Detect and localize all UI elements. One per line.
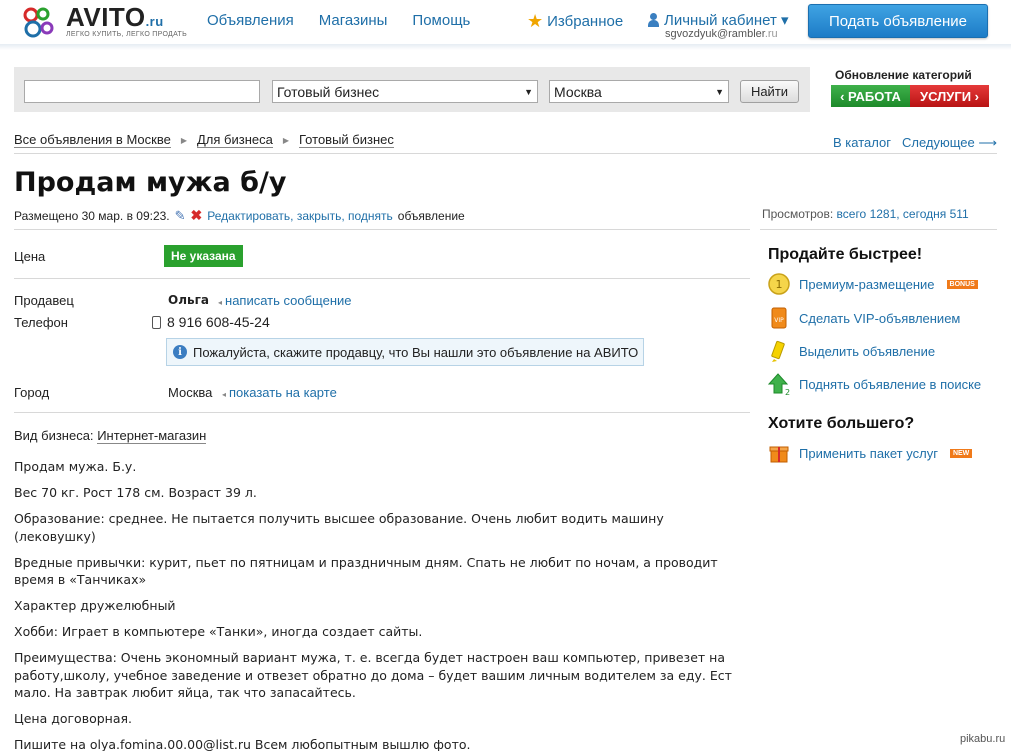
seller-label: Продавец <box>14 293 74 308</box>
arrow-left-icon: ◂ <box>222 390 227 399</box>
make-vip-link[interactable]: VIP Сделать VIP-объявлением <box>768 306 960 330</box>
top-nav: Объявления Магазины Помощь <box>207 12 470 29</box>
divider <box>14 278 750 279</box>
watermark: pikabu.ru <box>960 733 1006 745</box>
write-message-link[interactable]: ◂ написать сообщение <box>218 293 352 308</box>
city-value: Москва <box>168 385 213 400</box>
divider <box>14 229 750 230</box>
category-select[interactable]: Готовый бизнес ▼ <box>272 80 538 103</box>
cabinet-label: Личный кабинет ▾ <box>664 12 789 29</box>
chevron-down-icon: ▼ <box>524 86 533 97</box>
breadcrumb-arrow-icon: ▶ <box>282 135 290 145</box>
user-email: sgvozdyuk@rambler.ru <box>665 28 778 40</box>
close-icon[interactable]: ✖ <box>191 207 203 224</box>
notice-box: i Пожалуйста, скажите продавцу, что Вы н… <box>166 338 644 366</box>
edit-link[interactable]: Редактировать, закрыть, поднять <box>207 209 392 223</box>
work-tag[interactable]: ‹ РАБОТА <box>831 85 910 107</box>
divider <box>14 153 997 154</box>
breadcrumb-business[interactable]: Для бизнеса <box>197 132 273 148</box>
edit-suffix: объявление <box>397 208 465 223</box>
services-tag[interactable]: УСЛУГИ › <box>910 85 989 107</box>
category-value: Готовый бизнес <box>277 83 380 100</box>
avito-logo[interactable]: AVITO.ru ЛЕГКО КУПИТЬ, ЛЕГКО ПРОДАТЬ <box>20 2 190 42</box>
pencil-icon[interactable]: ✎ <box>175 208 186 224</box>
page-title: Продам мужа б/у <box>14 167 287 198</box>
posted-info: Размещено 30 мар. в 09:23. ✎ ✖ Редактиро… <box>14 207 465 224</box>
divider <box>14 412 750 413</box>
nav-ads[interactable]: Объявления <box>207 12 294 29</box>
divider <box>760 229 997 230</box>
marker-icon <box>771 340 785 362</box>
gift-icon <box>769 446 789 463</box>
business-type-value[interactable]: Интернет-магазин <box>97 428 207 444</box>
avito-logo-icon <box>23 7 54 38</box>
header-divider <box>0 44 1011 50</box>
nav-help[interactable]: Помощь <box>412 12 470 29</box>
favorites-link[interactable]: ★ Избранное <box>527 11 623 32</box>
arrow-left-icon: ◂ <box>218 298 223 307</box>
to-catalog-link[interactable]: В каталог <box>833 135 891 150</box>
city-label: Город <box>14 385 50 400</box>
description-paragraph: Цена договорная. <box>14 711 132 726</box>
description-paragraph: Вес 70 кг. Рост 178 см. Возраст 39 л. <box>14 485 257 500</box>
new-badge: NEW <box>949 448 973 458</box>
sell-faster-heading: Продайте быстрее! <box>768 246 923 263</box>
price-label: Цена <box>14 249 46 264</box>
description-paragraph: Характер дружелюбный <box>14 598 176 613</box>
arrow-up-icon: 2 <box>768 373 790 396</box>
description-paragraph: Хобби: Играет в компьютере «Танки», иног… <box>14 624 423 639</box>
description-paragraph: Вредные привычки: курит, пьет по пятница… <box>14 554 718 588</box>
find-button[interactable]: Найти <box>740 80 799 103</box>
business-type: Вид бизнеса: Интернет-магазин <box>14 428 207 444</box>
cabinet-link[interactable]: Личный кабинет ▾ <box>647 11 789 29</box>
description-paragraph: Продам мужа. Б.у. <box>14 459 137 474</box>
breadcrumb-arrow-icon: ▶ <box>180 135 187 145</box>
price-badge: Не указана <box>164 245 243 267</box>
favorites-label: Избранное <box>547 13 624 30</box>
chevron-down-icon: ▼ <box>715 86 724 97</box>
views-count: Просмотров: всего 1281, сегодня 511 <box>762 207 969 221</box>
coin-icon: 1 <box>768 273 790 295</box>
logo-domain: .ru <box>145 14 164 29</box>
highlight-ad-link[interactable]: Выделить объявление <box>768 339 935 363</box>
breadcrumb-ready-business[interactable]: Готовый бизнес <box>299 132 394 148</box>
svg-text:2: 2 <box>785 388 790 396</box>
show-on-map-link[interactable]: ◂ показать на карте <box>222 385 337 400</box>
logo-text: AVITO <box>66 2 146 32</box>
phone-icon <box>152 315 161 329</box>
seller-name: Ольга <box>168 293 209 307</box>
premium-placement-link[interactable]: 1 Премиум-размещение BONUS <box>768 272 978 296</box>
ad-description: Продам мужа. Б.у. Вес 70 кг. Рост 178 см… <box>14 458 749 751</box>
svg-text:VIP: VIP <box>774 317 784 324</box>
phone-number: 8 916 608-45-24 <box>152 314 270 330</box>
vip-icon: VIP <box>771 307 787 329</box>
logo-tagline: ЛЕГКО КУПИТЬ, ЛЕГКО ПРОДАТЬ <box>66 31 187 38</box>
user-icon <box>647 13 659 27</box>
nav-shops[interactable]: Магазины <box>319 12 388 29</box>
info-icon: i <box>173 345 187 359</box>
description-paragraph: Преимущества: Очень экономный вариант му… <box>14 650 732 700</box>
category-update-title: Обновление категорий <box>835 68 972 82</box>
next-link[interactable]: Следующее ⟶ <box>902 135 997 151</box>
apply-package-link[interactable]: Применить пакет услуг NEW <box>768 441 973 465</box>
phone-label: Телефон <box>14 315 68 330</box>
breadcrumb: Все объявления в Москве ▶ Для бизнеса ▶ … <box>14 132 394 148</box>
search-input[interactable] <box>24 80 260 103</box>
notice-text: Пожалуйста, скажите продавцу, что Вы наш… <box>193 344 639 360</box>
description-paragraph: Образование: среднее. Не пытается получи… <box>14 511 664 544</box>
star-icon: ★ <box>527 11 544 31</box>
post-ad-button[interactable]: Подать объявление <box>808 4 988 38</box>
posted-date: Размещено 30 мар. в 09:23. <box>14 208 170 223</box>
views-link[interactable]: всего 1281, сегодня 511 <box>837 207 969 221</box>
city-select[interactable]: Москва ▼ <box>549 80 729 103</box>
bonus-badge: BONUS <box>946 279 978 289</box>
raise-ad-link[interactable]: 2 Поднять объявление в поиске <box>768 372 981 396</box>
svg-text:1: 1 <box>776 278 783 291</box>
breadcrumb-all-ads[interactable]: Все объявления в Москве <box>14 132 171 148</box>
want-more-heading: Хотите большего? <box>768 415 915 432</box>
description-paragraph: Пишите на olya.fomina.00.00@list.ru Всем… <box>14 737 471 751</box>
city-value: Москва <box>554 83 602 100</box>
